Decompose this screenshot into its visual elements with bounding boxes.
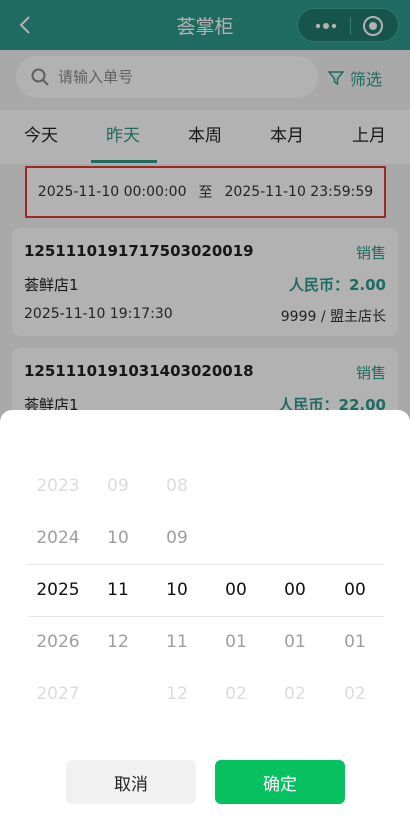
picker-column-second[interactable]: 00 01 02 xyxy=(325,460,385,720)
picker-option: 02 xyxy=(344,684,366,704)
picker-option: 01 xyxy=(344,632,366,652)
picker-option-selected: 00 xyxy=(284,580,306,600)
picker-option: 02 xyxy=(225,684,247,704)
picker-option: 02 xyxy=(284,684,306,704)
picker-option: 2023 xyxy=(36,476,80,496)
picker-option-selected: 11 xyxy=(107,580,129,600)
picker-column-day[interactable]: 08 09 10 11 12 xyxy=(147,460,207,720)
picker-option xyxy=(206,460,266,512)
picker-option: 12 xyxy=(166,684,188,704)
picker-column-month[interactable]: 09 10 11 12 xyxy=(88,460,148,720)
picker-option: 2027 xyxy=(36,684,80,704)
picker-option-selected: 00 xyxy=(225,580,247,600)
picker-column-hour[interactable]: 00 01 02 xyxy=(206,460,266,720)
datetime-picker-sheet: 2023 2024 2025 2026 2027 09 10 11 12 08 … xyxy=(0,410,410,827)
picker-option xyxy=(325,460,385,512)
picker-column-minute[interactable]: 00 01 02 xyxy=(265,460,325,720)
picker-option: 01 xyxy=(284,632,306,652)
picker-option xyxy=(265,460,325,512)
picker-option: 09 xyxy=(107,476,129,496)
picker-option xyxy=(265,512,325,564)
picker-option: 12 xyxy=(107,632,129,652)
picker-option: 01 xyxy=(225,632,247,652)
picker-option: 11 xyxy=(166,632,188,652)
datetime-picker: 2023 2024 2025 2026 2027 09 10 11 12 08 … xyxy=(28,460,384,720)
picker-option: 10 xyxy=(107,528,129,548)
picker-option xyxy=(88,668,148,720)
picker-option xyxy=(325,512,385,564)
picker-option-selected: 00 xyxy=(344,580,366,600)
picker-option: 09 xyxy=(166,528,188,548)
cancel-button[interactable]: 取消 xyxy=(66,760,196,804)
picker-option-selected: 2025 xyxy=(36,580,80,600)
confirm-button[interactable]: 确定 xyxy=(215,760,345,804)
picker-option: 2026 xyxy=(36,632,80,652)
picker-option xyxy=(206,512,266,564)
picker-option: 2024 xyxy=(36,528,80,548)
picker-column-year[interactable]: 2023 2024 2025 2026 2027 xyxy=(28,460,88,720)
picker-option: 08 xyxy=(166,476,188,496)
picker-option-selected: 10 xyxy=(166,580,188,600)
